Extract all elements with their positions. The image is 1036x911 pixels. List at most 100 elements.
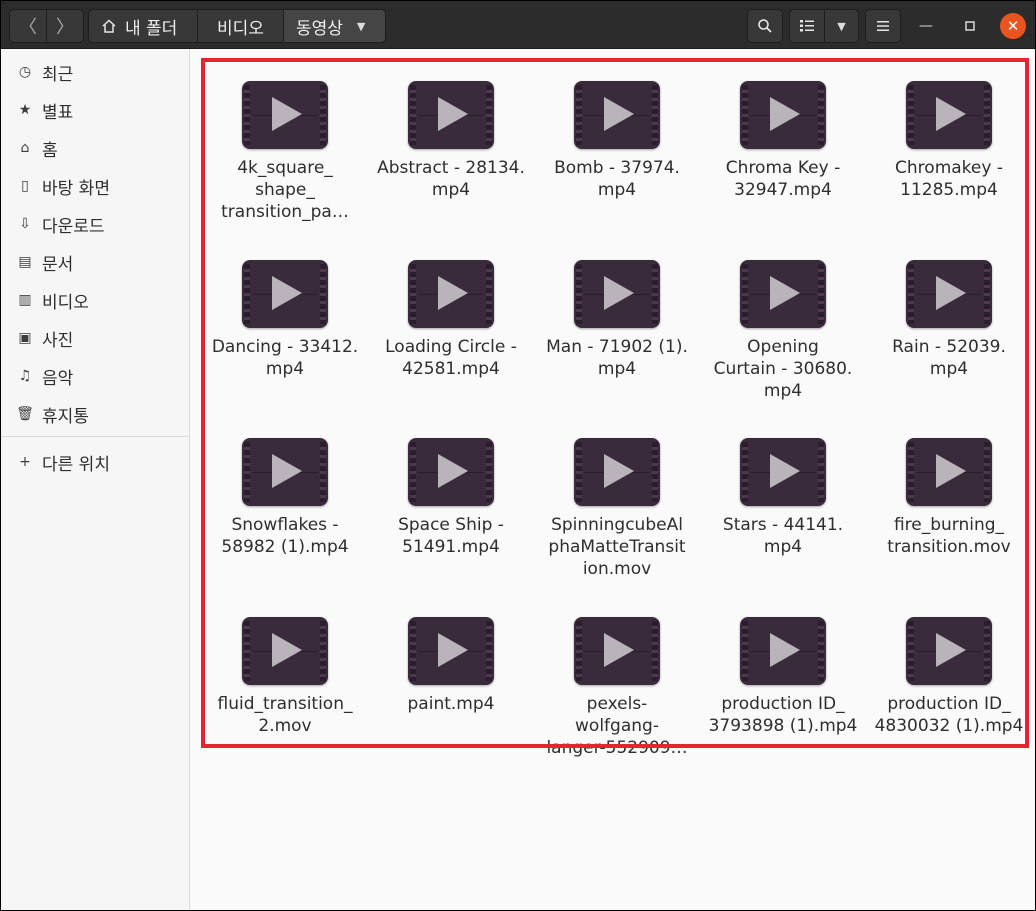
- file-item[interactable]: pexels-wolfgang-langer-552909…: [537, 617, 697, 759]
- file-name-line: Dancing - 33412.: [211, 337, 359, 357]
- video-file-icon: [574, 260, 660, 328]
- file-item[interactable]: Space Ship -51491.mp4: [371, 438, 531, 558]
- back-button[interactable]: 〈: [9, 9, 47, 43]
- file-item[interactable]: fluid_transition_ 2.mov: [205, 617, 365, 737]
- sidebar-item-trash[interactable]: 🗑 휴지통: [1, 396, 189, 432]
- sidebar-item-music[interactable]: ♫ 음악: [1, 358, 189, 394]
- play-icon: [272, 276, 302, 310]
- music-icon: ♫: [18, 368, 32, 384]
- sidebar: ◷ 최근 ★ 별표 ⌂ 홈 ▯ 바탕 화면 ⇩ 다운로드 ▤ 문서 ▥ 비디오 …: [1, 49, 190, 910]
- file-item[interactable]: Opening Curtain - 30680. mp4: [703, 260, 863, 402]
- file-item[interactable]: Chromakey -11285.mp4: [869, 81, 1029, 201]
- sidebar-item-pictures[interactable]: ▣ 사진: [1, 320, 189, 356]
- trash-icon: 🗑: [16, 406, 34, 422]
- breadcrumb-current-label: 동영상: [296, 18, 343, 39]
- sidebar-item-label: 별표: [42, 102, 74, 123]
- sidebar-item-videos[interactable]: ▥ 비디오: [1, 282, 189, 318]
- video-icon: ▥: [18, 292, 32, 308]
- file-name: Bomb - 37974. mp4: [537, 157, 697, 201]
- file-item[interactable]: Chroma Key -32947.mp4: [703, 81, 863, 201]
- file-name-line: mp4: [929, 359, 969, 379]
- list-view-icon: [800, 20, 814, 32]
- file-name-line: 58982 (1).mp4: [221, 537, 349, 557]
- view-options-button[interactable]: ▼: [824, 9, 859, 43]
- sidebar-item-label: 문서: [42, 254, 74, 275]
- breadcrumb-videos[interactable]: 비디오: [197, 9, 284, 43]
- sidebar-item-label: 최근: [42, 64, 74, 85]
- image-icon: ▣: [18, 330, 32, 346]
- home-icon: [102, 19, 116, 33]
- file-name: Rain - 52039. mp4: [869, 336, 1029, 380]
- video-file-icon: [574, 617, 660, 685]
- file-name: fluid_transition_ 2.mov: [205, 693, 365, 737]
- minimize-button[interactable]: —: [915, 15, 937, 37]
- video-file-icon: [906, 438, 992, 506]
- search-button[interactable]: [747, 9, 783, 43]
- menu-button[interactable]: [865, 9, 901, 43]
- sidebar-item-label: 휴지통: [42, 406, 89, 427]
- file-item[interactable]: Stars - 44141. mp4: [703, 438, 863, 558]
- file-name-line: 4830032 (1).mp4: [874, 716, 1024, 736]
- sidebar-item-home[interactable]: ⌂ 홈: [1, 130, 189, 166]
- file-name: fire_burning_ transition.mov: [869, 514, 1029, 558]
- play-icon: [272, 633, 302, 667]
- sidebar-item-downloads[interactable]: ⇩ 다운로드: [1, 206, 189, 242]
- close-button[interactable]: ✕: [1000, 13, 1026, 39]
- sidebar-item-desktop[interactable]: ▯ 바탕 화면: [1, 168, 189, 204]
- sidebar-item-starred[interactable]: ★ 별표: [1, 92, 189, 128]
- play-icon: [272, 454, 302, 488]
- video-file-icon: [408, 81, 494, 149]
- plus-icon: +: [19, 454, 31, 470]
- video-file-icon: [408, 438, 494, 506]
- maximize-button[interactable]: [959, 15, 981, 37]
- play-icon: [272, 97, 302, 131]
- video-file-icon: [242, 617, 328, 685]
- list-view-button[interactable]: [789, 9, 825, 43]
- breadcrumb-home-label: 내 폴더: [125, 18, 178, 39]
- file-name: paint.mp4: [371, 693, 531, 715]
- forward-button[interactable]: 〉: [46, 9, 84, 43]
- video-file-icon: [574, 81, 660, 149]
- play-icon: [438, 276, 468, 310]
- file-name-line: mp4: [597, 359, 637, 379]
- play-icon: [438, 97, 468, 131]
- file-item[interactable]: Loading Circle -42581.mp4: [371, 260, 531, 380]
- sidebar-item-label: 다운로드: [42, 216, 105, 237]
- caret-down-icon: ▼: [837, 19, 846, 33]
- file-item[interactable]: Rain - 52039. mp4: [869, 260, 1029, 380]
- minimize-icon: —: [919, 18, 933, 34]
- file-item[interactable]: Abstract - 28134. mp4: [371, 81, 531, 201]
- home-icon: ⌂: [20, 140, 30, 156]
- file-name-line: Rain - 52039.: [892, 337, 1006, 357]
- play-icon: [770, 276, 800, 310]
- file-item[interactable]: production ID_ 4830032 (1).mp4: [869, 617, 1029, 737]
- file-item[interactable]: 4k_square_ shape_ transition_pa…: [205, 81, 365, 223]
- file-item[interactable]: Bomb - 37974. mp4: [537, 81, 697, 201]
- sidebar-item-label: 사진: [42, 330, 74, 351]
- file-name-line: 4k_square_: [237, 158, 333, 178]
- hamburger-menu-icon: [877, 21, 889, 31]
- recent-icon: ◷: [18, 64, 32, 80]
- file-item[interactable]: Man - 71902 (1). mp4: [537, 260, 697, 380]
- breadcrumb-current[interactable]: 동영상 ▼: [283, 9, 386, 43]
- file-manager-window: 〈 〉 내 폴더 비디오 동영상 ▼ ▼ — ✕ ◷ 최근 ★ 별표 ⌂ 홈 ▯…: [1, 1, 1035, 910]
- sidebar-item-other-locations[interactable]: + 다른 위치: [1, 444, 189, 480]
- play-icon: [604, 276, 634, 310]
- file-name-line: Stars - 44141.: [722, 515, 844, 535]
- file-item[interactable]: Snowflakes -58982 (1).mp4: [205, 438, 365, 558]
- breadcrumb-home[interactable]: 내 폴더: [88, 9, 198, 43]
- file-name-line: production ID_: [721, 694, 845, 714]
- close-icon: ✕: [1006, 17, 1020, 35]
- file-item[interactable]: Dancing - 33412. mp4: [205, 260, 365, 380]
- play-icon: [438, 633, 468, 667]
- file-grid: 4k_square_ shape_ transition_pa… Abstract -…: [191, 49, 1035, 910]
- play-icon: [604, 454, 634, 488]
- sidebar-item-documents[interactable]: ▤ 문서: [1, 244, 189, 280]
- file-name-line: mp4: [763, 381, 803, 401]
- file-item[interactable]: SpinningcubeAl phaMatteTransit ion.mov: [537, 438, 697, 580]
- file-item[interactable]: production ID_ 3793898 (1).mp4: [703, 617, 863, 737]
- file-name: Chromakey -11285.mp4: [869, 157, 1029, 201]
- file-item[interactable]: fire_burning_ transition.mov: [869, 438, 1029, 558]
- file-item[interactable]: paint.mp4: [371, 617, 531, 715]
- sidebar-item-recent[interactable]: ◷ 최근: [1, 54, 189, 90]
